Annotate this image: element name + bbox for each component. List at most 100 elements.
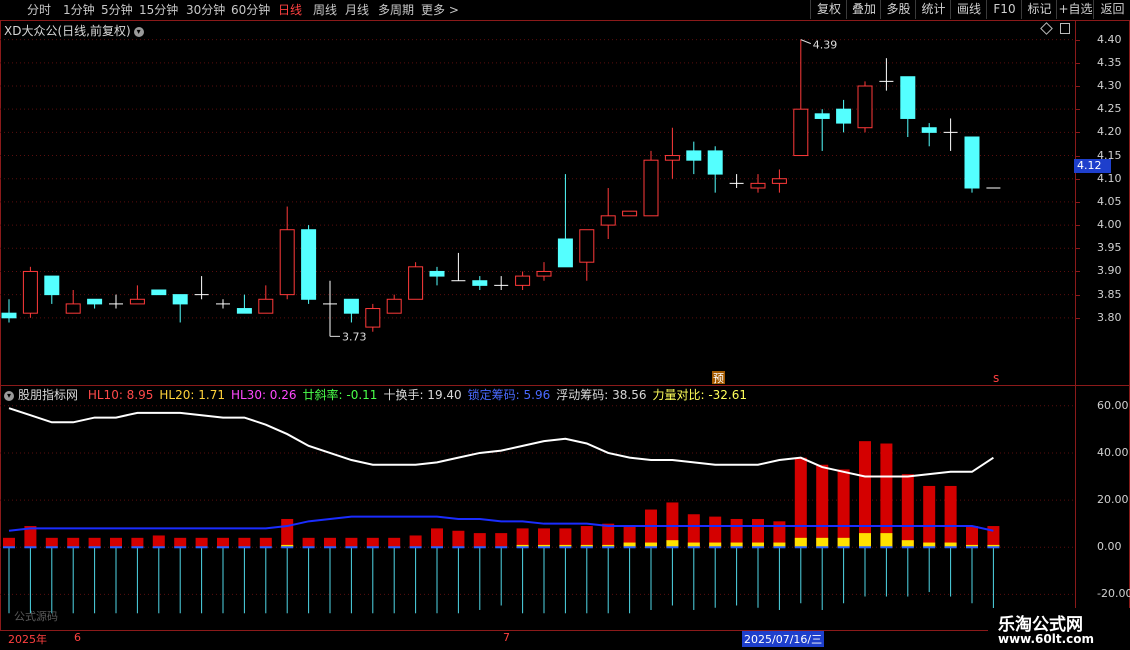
base-bar: [666, 546, 679, 549]
period-tab[interactable]: 周线: [313, 2, 337, 18]
period-tab[interactable]: 分时: [27, 2, 51, 18]
base-bar: [687, 546, 700, 549]
floating-chip-bar: [217, 537, 229, 548]
candle-body-down: [343, 298, 359, 314]
candle-body-down: [301, 229, 317, 300]
high-pointer: [800, 39, 811, 45]
price-axis-label: 4.25: [1097, 102, 1122, 116]
price-axis-label: 3.95: [1097, 241, 1122, 255]
toolbar-button[interactable]: 返回: [1093, 0, 1130, 19]
base-bar: [409, 546, 422, 549]
floating-chip-bar: [366, 537, 379, 548]
candle-body-down: [236, 308, 252, 314]
floating-chip-bar: [152, 535, 165, 548]
candle-body-up: [258, 298, 274, 314]
candle-body-up: [536, 270, 552, 277]
price-axis-tick: [1076, 294, 1080, 296]
toolbar-button[interactable]: 标记: [1021, 0, 1057, 19]
price-axis-label: 4.05: [1097, 194, 1122, 208]
floating-chip-bar: [281, 518, 294, 548]
indicator-axis-label: -20.00: [1097, 587, 1130, 601]
period-tab[interactable]: 多周期: [378, 2, 414, 18]
date-axis: 2025年 6 7 2025/07/16/三: [0, 630, 1076, 647]
price-axis-tick: [1076, 62, 1080, 64]
candle-body-down: [900, 76, 916, 119]
base-bar: [24, 546, 37, 549]
locked-chip-bar: [794, 537, 807, 548]
base-bar: [794, 546, 807, 549]
base-bar: [730, 546, 743, 549]
candle-body-up: [664, 155, 680, 161]
price-axis-tick: [1076, 271, 1080, 273]
base-bar: [131, 546, 144, 549]
floating-chip-bar: [516, 528, 529, 548]
period-tab[interactable]: 日线: [278, 2, 302, 18]
base-bar: [366, 546, 379, 549]
floating-chip-bar: [816, 464, 829, 548]
period-tab[interactable]: 5分钟: [101, 2, 133, 18]
floating-chip-bar: [67, 537, 80, 548]
floating-chip-bar: [174, 537, 187, 548]
base-bar: [324, 546, 336, 549]
toolbar-button[interactable]: 复权: [810, 0, 847, 19]
candle-body-down: [814, 113, 830, 119]
candle-body-down: [172, 294, 188, 305]
candle-body-down: [429, 270, 445, 277]
base-bar: [67, 546, 80, 549]
candlestick-chart[interactable]: 4.39 3.73 预 s: [0, 20, 1076, 386]
floating-chip-bar: [901, 474, 914, 548]
watermark: 乐淘公式网 www.60lt.com: [988, 608, 1130, 650]
watermark-url: www.60lt.com: [998, 632, 1095, 646]
candle-body-up: [793, 108, 809, 157]
floating-chip-bar: [324, 537, 336, 548]
toolbar-button[interactable]: F10: [986, 0, 1022, 19]
indicator-chart[interactable]: [0, 386, 1076, 630]
price-axis-tick: [1076, 132, 1080, 134]
locked-chip-bar: [880, 533, 893, 548]
base-bar: [709, 546, 722, 549]
candle-body-up: [386, 298, 402, 314]
candle-body-down: [557, 238, 573, 268]
base-bar: [859, 546, 871, 549]
toolbar-button[interactable]: 叠加: [846, 0, 881, 19]
toolbar-button[interactable]: 统计: [915, 0, 951, 19]
toolbar-button[interactable]: 画线: [950, 0, 987, 19]
base-bar: [88, 546, 101, 549]
period-tab[interactable]: 60分钟: [231, 2, 270, 18]
month-7-label: 7: [503, 631, 510, 644]
period-tab[interactable]: 30分钟: [186, 2, 225, 18]
candle-body-down: [964, 136, 980, 189]
base-bar: [773, 546, 786, 549]
base-bar: [152, 546, 165, 549]
period-tab[interactable]: 1分钟: [63, 2, 95, 18]
base-bar: [388, 546, 401, 549]
locked-chip-bar: [816, 537, 829, 548]
toolbar-button[interactable]: 多股: [880, 0, 916, 19]
base-bar: [473, 546, 486, 549]
period-tab[interactable]: 更多 >: [421, 2, 459, 18]
floating-chip-bar: [687, 514, 700, 548]
floating-chip-bar: [837, 469, 850, 548]
price-axis-label: 3.90: [1097, 264, 1122, 278]
candle-body-up: [622, 210, 638, 217]
base-bar: [431, 546, 443, 549]
base-bar: [752, 546, 764, 549]
high-price-label: 4.39: [813, 39, 838, 52]
candle-body-down: [836, 108, 852, 124]
period-toolbar: 分时 1分钟 5分钟 15分钟 30分钟 60分钟 日线 周线 月线 多周期 更多 > 复权 叠加 多股…: [0, 0, 1130, 21]
candle-body-down: [44, 275, 60, 296]
toolbar-button[interactable]: +自选: [1056, 0, 1094, 19]
floating-chip-bar: [452, 530, 465, 548]
period-tab[interactable]: 15分钟: [139, 2, 178, 18]
price-axis-tick: [1076, 109, 1080, 111]
base-bar: [3, 546, 15, 549]
floating-chip-bar: [345, 537, 358, 548]
locked-chip-bar: [859, 533, 871, 548]
price-axis-tick: [1076, 155, 1080, 157]
floating-chip-bar: [88, 537, 101, 548]
source-code-label[interactable]: 公式源码: [14, 608, 58, 624]
candle-body-up: [408, 266, 424, 300]
floating-chip-bar: [923, 485, 936, 548]
price-axis-label: 4.00: [1097, 218, 1122, 232]
period-tab[interactable]: 月线: [345, 2, 369, 18]
